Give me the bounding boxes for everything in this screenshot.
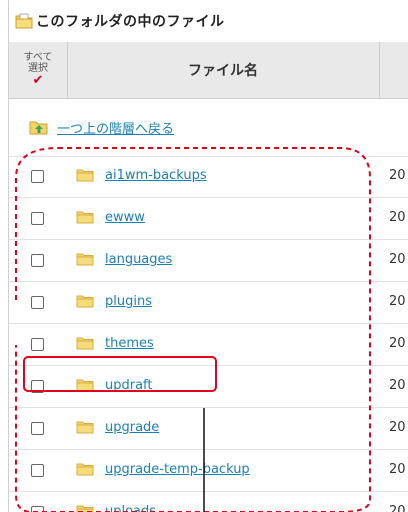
modified-date: 20 [389,504,406,512]
row-checkbox[interactable] [31,212,44,225]
file-row: upgrade 20 [9,408,408,450]
modified-date: 20 [389,420,406,435]
file-row: themes 20 [9,324,408,366]
folder-link[interactable]: ewww [105,210,145,225]
modified-date: 20 [389,462,406,477]
folder-icon [76,462,94,476]
file-row: uploads 20 [9,492,408,512]
folder-icon [76,168,94,182]
parent-directory-link[interactable]: 一つ上の階層へ戻る [57,118,174,137]
modified-date: 20 [389,252,406,267]
folder-up-icon [29,119,49,135]
file-row: ai1wm-backups 20 [9,156,408,198]
folder-link[interactable]: ai1wm-backups [105,168,207,183]
modified-date: 20 [389,210,406,225]
panel-title: このフォルダの中のファイル [36,14,225,30]
file-row: languages 20 [9,240,408,282]
folder-link[interactable]: themes [105,336,154,351]
folder-icon [76,210,94,224]
modified-date: 20 [389,294,406,309]
select-all-button[interactable]: すべて 選択 ✔ [9,42,68,98]
column-header-date[interactable] [380,42,408,98]
row-checkbox[interactable] [31,380,44,393]
row-checkbox[interactable] [31,422,44,435]
row-checkbox[interactable] [31,296,44,309]
folder-link[interactable]: upgrade [105,420,159,435]
folder-icon [76,378,94,392]
folder-icon [76,336,94,350]
folder-icon [76,294,94,308]
file-row: updraft 20 [9,366,408,408]
folder-link[interactable]: updraft [105,378,153,393]
row-checkbox[interactable] [31,338,44,351]
folder-link[interactable]: upgrade-temp-backup [105,462,250,477]
folder-link[interactable]: plugins [105,294,152,309]
checkmark-icon: ✔ [32,73,44,88]
modified-date: 20 [389,168,406,183]
folder-icon [76,420,94,434]
row-checkbox[interactable] [31,464,44,477]
parent-directory-row: 一つ上の階層へ戻る [9,98,408,157]
folder-icon [76,252,94,266]
folder-file-icon [15,13,33,29]
folder-link[interactable]: uploads [105,504,156,512]
row-checkbox[interactable] [31,170,44,183]
modified-date: 20 [389,336,406,351]
file-row: plugins 20 [9,282,408,324]
folder-icon [76,504,94,512]
select-all-label-line1: すべて [23,52,53,63]
file-browser-panel: このフォルダの中のファイル すべて 選択 ✔ ファイル名 一つ上の階層へ戻る a… [8,0,408,512]
modified-date: 20 [389,378,406,393]
file-row: ewww 20 [9,198,408,240]
row-checkbox[interactable] [31,506,44,512]
file-row: upgrade-temp-backup 20 [9,450,408,492]
panel-title-bar: このフォルダの中のファイル [9,0,408,43]
column-header-filename[interactable]: ファイル名 [67,42,380,98]
row-checkbox[interactable] [31,254,44,267]
table-header: すべて 選択 ✔ ファイル名 [9,42,408,99]
folder-link[interactable]: languages [105,252,172,267]
